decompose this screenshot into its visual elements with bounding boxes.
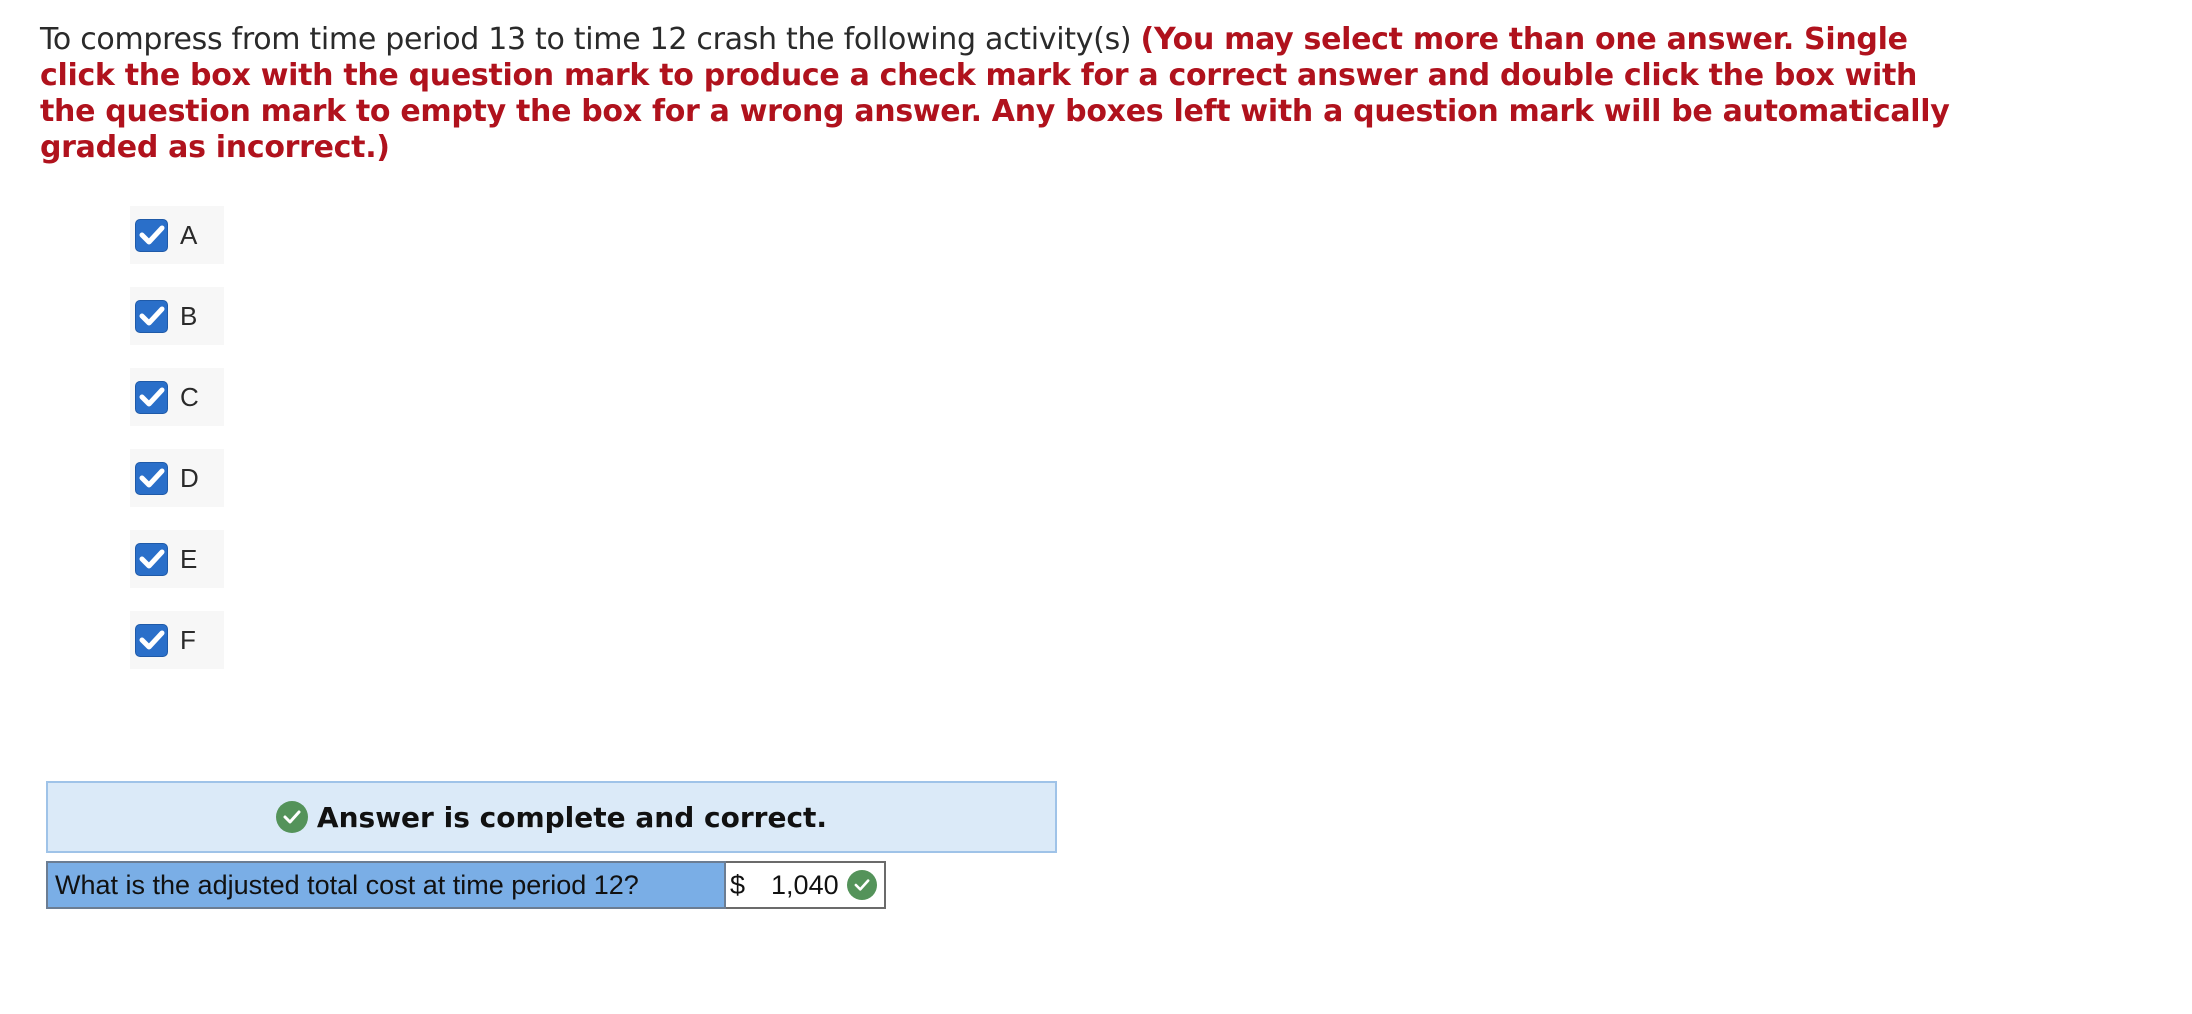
option-label: E (180, 543, 198, 574)
answer-field[interactable]: $ 1,040 (726, 861, 886, 909)
checkbox-checked[interactable] (135, 461, 168, 495)
option-e[interactable]: E (130, 530, 224, 588)
option-f[interactable]: F (130, 611, 224, 669)
option-label: D (180, 462, 199, 493)
checkmark-icon (139, 468, 164, 488)
option-label: B (180, 300, 198, 331)
option-label: A (180, 219, 198, 250)
answer-value: 1,040 (771, 869, 839, 900)
checkmark-icon (139, 549, 164, 569)
checkmark-icon (139, 630, 164, 650)
checkmark-icon (139, 225, 164, 245)
result-banner: Answer is complete and correct. (46, 781, 1057, 853)
option-c[interactable]: C (130, 368, 224, 426)
answer-options: A B C D E F (130, 206, 226, 692)
option-label: F (180, 624, 196, 655)
checkbox-checked[interactable] (135, 380, 168, 414)
currency-symbol: $ (730, 869, 746, 900)
check-circle-icon (846, 870, 877, 900)
check-circle-icon (275, 801, 308, 833)
question-text: To compress from time period 13 to time … (40, 22, 1141, 57)
option-d[interactable]: D (130, 449, 224, 507)
option-b[interactable]: B (130, 287, 224, 345)
checkmark-icon (139, 306, 164, 326)
question-prompt: To compress from time period 13 to time … (40, 22, 1960, 166)
result-status-text: Answer is complete and correct. (316, 800, 828, 834)
checkbox-checked[interactable] (135, 542, 168, 576)
option-label: C (180, 381, 199, 412)
followup-question-row: What is the adjusted total cost at time … (46, 861, 886, 909)
checkmark-icon (139, 387, 164, 407)
followup-question-text: What is the adjusted total cost at time … (46, 861, 726, 909)
checkbox-checked[interactable] (135, 218, 168, 252)
checkbox-checked[interactable] (135, 623, 168, 657)
checkbox-checked[interactable] (135, 299, 168, 333)
option-a[interactable]: A (130, 206, 224, 264)
